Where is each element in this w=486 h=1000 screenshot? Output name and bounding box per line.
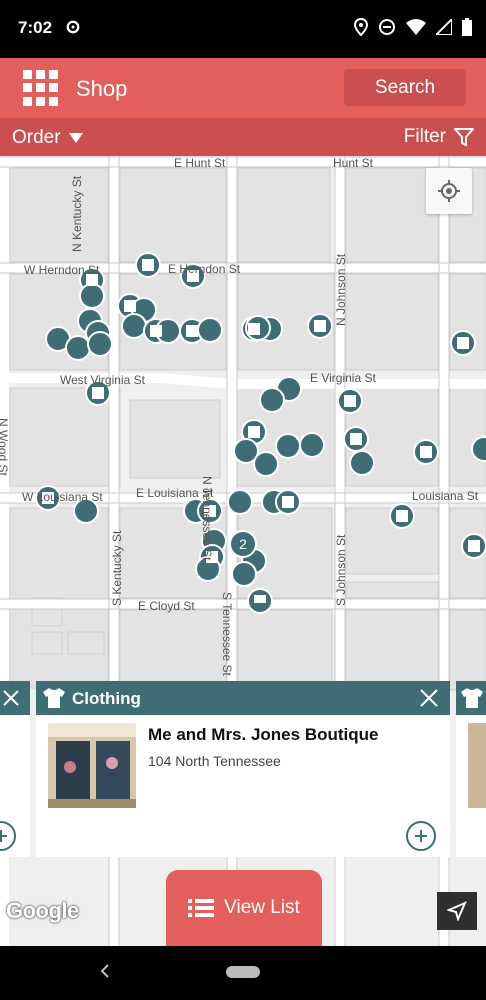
plus-icon [415, 830, 427, 842]
back-icon[interactable] [100, 964, 110, 978]
street-label: West Virginia St [60, 373, 145, 387]
do-not-disturb-icon [379, 19, 395, 35]
view-list-button[interactable]: View List [166, 870, 322, 946]
street-label: E Hunt St [174, 156, 226, 170]
filter-label: Filter [403, 126, 446, 147]
directions-button[interactable] [437, 892, 477, 930]
tshirt-icon [43, 688, 65, 708]
page-title: Shop [76, 76, 128, 101]
store-card[interactable]: Clothing Me and Mrs. Jones Boutique 104 … [36, 681, 450, 857]
street-label: S Kentucky St [110, 530, 124, 606]
status-time: 7:02 [18, 18, 53, 37]
store-address: 104 North Tennessee [148, 753, 281, 769]
order-dropdown[interactable]: Order [12, 127, 83, 149]
crosshair-icon [438, 180, 460, 202]
wifi-icon [406, 19, 426, 35]
search-button[interactable]: Search [344, 69, 466, 106]
navigation-arrow-icon [447, 901, 467, 921]
street-label: W Louisiana St [22, 490, 103, 504]
my-location-button[interactable] [426, 168, 472, 214]
settings-icon [66, 20, 80, 34]
street-label: E Virginia St [310, 371, 376, 385]
street-label: W Herndon St [24, 263, 100, 277]
street-label: Louisiana St [412, 489, 479, 503]
street-label: E Cloyd St [138, 599, 195, 613]
card-body: Me and Mrs. Jones Boutique 104 North Ten… [36, 715, 450, 857]
partial-card-right[interactable] [456, 681, 486, 857]
caret-down-icon [68, 133, 83, 143]
filter-button[interactable]: Filter [404, 126, 474, 148]
street-label: S Tennessee St [220, 592, 234, 676]
order-label: Order [12, 127, 61, 148]
street-label: N Wood St [0, 418, 10, 476]
store-name: Me and Mrs. Jones Boutique [148, 725, 379, 744]
list-icon [188, 899, 215, 917]
signal-icon [436, 19, 452, 35]
street-label: Hunt St [333, 156, 374, 170]
store-photo [468, 723, 486, 808]
close-icon[interactable] [2, 689, 20, 707]
grid-menu-icon[interactable] [23, 70, 59, 106]
card-category: Clothing [72, 689, 141, 708]
street-label: N Johnson St [334, 253, 348, 326]
close-icon[interactable] [418, 687, 440, 709]
cluster-count: 2 [239, 536, 247, 552]
google-logo: Google [6, 898, 79, 923]
home-pill[interactable] [226, 966, 260, 978]
street-label: E Herndon St [168, 262, 241, 276]
view-list-label: View List [224, 897, 300, 918]
street-label: S Johnson St [334, 534, 348, 606]
tshirt-icon [461, 688, 483, 708]
store-photo [48, 723, 136, 808]
street-label: N Tennessee St [200, 476, 214, 561]
location-icon [354, 18, 368, 36]
battery-icon [462, 18, 472, 36]
funnel-icon [454, 128, 474, 146]
status-bar: 7:02 [0, 0, 486, 58]
add-button[interactable] [406, 821, 436, 851]
card-header: Clothing [36, 681, 450, 715]
add-button[interactable] [0, 821, 16, 851]
card-header [456, 681, 486, 715]
plus-icon [0, 830, 7, 842]
partial-card-left[interactable] [0, 681, 30, 857]
street-label: N Kentucky St [70, 175, 84, 252]
